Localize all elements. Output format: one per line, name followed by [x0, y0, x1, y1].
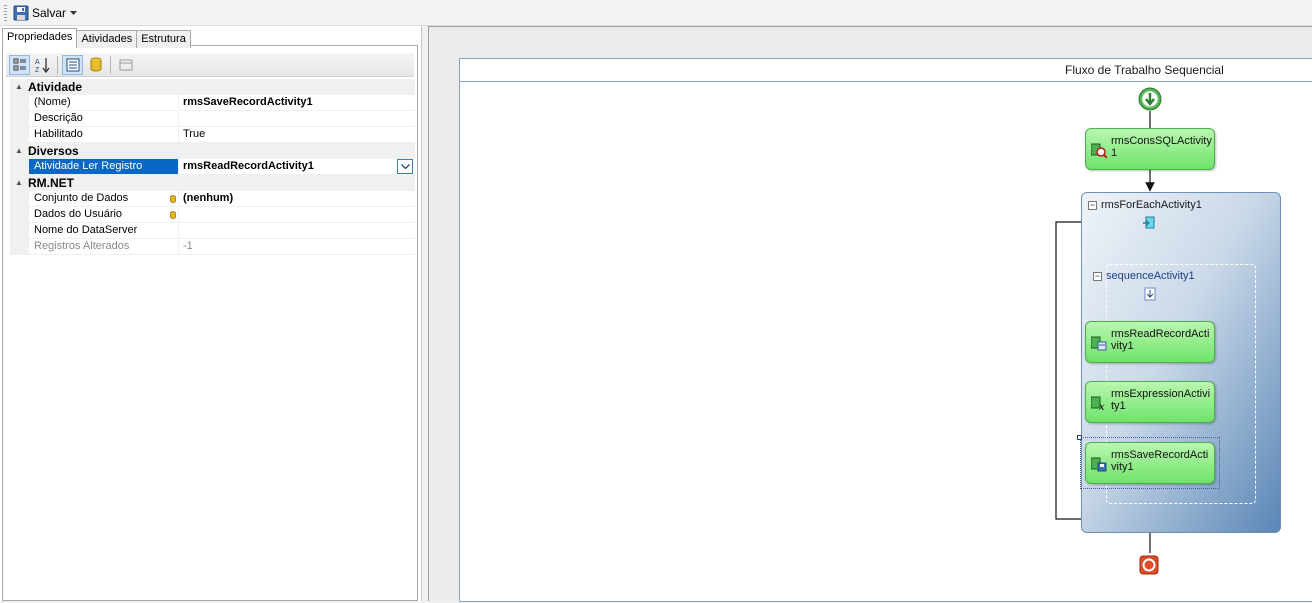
sort-az-icon: A Z: [35, 57, 50, 73]
property-name: Habilitado: [29, 127, 179, 142]
collapse-icon[interactable]: ▲: [10, 82, 28, 91]
property-value: -1: [183, 240, 193, 252]
property-name: Registros Alterados: [29, 239, 179, 254]
property-pages-button[interactable]: [115, 55, 136, 75]
property-value[interactable]: rmsSaveRecordActivity1: [179, 95, 415, 110]
property-value: (nenhum): [183, 192, 234, 204]
property-name: Conjunto de Dados: [29, 191, 179, 206]
database-small-icon: [170, 211, 176, 219]
data-button[interactable]: [85, 55, 106, 75]
activity-save-record[interactable]: rmsSaveRecordActivity1: [1085, 442, 1215, 484]
sql-query-icon: [1090, 142, 1108, 161]
save-button-label: Salvar: [32, 6, 67, 20]
activity-label: rmsReadRecordActivity1: [1111, 328, 1210, 352]
properties-list-icon: [66, 58, 79, 71]
tab-propriedades[interactable]: Propriedades: [2, 28, 78, 48]
property-name: Atividade Ler Registro: [29, 159, 179, 174]
property-row-descricao[interactable]: Descrição: [10, 111, 415, 127]
property-value-dropdown[interactable]: rmsReadRecordActivity1: [179, 159, 415, 174]
properties-button[interactable]: [62, 54, 83, 75]
property-row-atividade-ler-registro[interactable]: Atividade Ler Registro rmsReadRecordActi…: [10, 159, 415, 175]
property-value[interactable]: [179, 223, 415, 238]
categorized-icon: [13, 58, 26, 70]
property-grid: ▲ Atividade (Nome) rmsSaveRecordActivity…: [10, 79, 415, 255]
floppy-disk-icon: [13, 5, 29, 21]
tab-atividades[interactable]: Atividades: [76, 30, 138, 48]
save-record-icon: [1090, 456, 1107, 475]
property-row-habilitado[interactable]: Habilitado True: [10, 127, 415, 143]
sequence-entry-icon: [1143, 287, 1157, 304]
property-value[interactable]: True: [179, 127, 415, 142]
property-value: rmsReadRecordActivity1: [183, 160, 314, 172]
property-name: Dados do Usuário: [29, 207, 179, 222]
save-dropdown-arrow-icon[interactable]: [68, 8, 78, 18]
dropdown-arrow-icon[interactable]: [397, 159, 413, 174]
sequence-title: − sequenceActivity1: [1093, 270, 1195, 282]
activity-expression[interactable]: x rmsExpressionActivity1: [1085, 381, 1215, 423]
activity-label: rmsConsSQLActivity1: [1111, 135, 1212, 159]
foreach-label: rmsForEachActivity1: [1101, 199, 1202, 211]
property-row-nome[interactable]: (Nome) rmsSaveRecordActivity1: [10, 95, 415, 111]
workflow-end-icon[interactable]: [1139, 555, 1159, 578]
activity-label: rmsExpressionActivity1: [1111, 388, 1211, 412]
property-value-cell[interactable]: [170, 207, 415, 222]
property-value-cell[interactable]: (nenhum): [170, 191, 415, 206]
property-name: Descrição: [29, 111, 179, 126]
save-button[interactable]: Salvar: [11, 3, 68, 23]
svg-text:A: A: [35, 59, 40, 66]
property-row-conjunto-de-dados[interactable]: Conjunto de Dados (nenhum): [10, 191, 415, 207]
category-atividade[interactable]: ▲ Atividade: [10, 79, 415, 95]
workflow-canvas[interactable]: Fluxo de Trabalho Sequencial rmsConsSQLA…: [459, 58, 1312, 602]
collapse-icon[interactable]: ▲: [10, 178, 28, 187]
panel-tabs: Propriedades Atividades Estrutura: [2, 28, 191, 48]
svg-text:x: x: [1099, 402, 1105, 411]
property-row-dados-do-usuario[interactable]: Dados do Usuário: [10, 207, 415, 223]
property-grid-toolbar: A Z: [6, 53, 414, 77]
svg-text:Z: Z: [35, 67, 40, 73]
categorized-button[interactable]: [9, 54, 30, 75]
database-small-icon: [170, 195, 176, 203]
property-value[interactable]: [179, 111, 415, 126]
category-label: Diversos: [28, 143, 79, 158]
collapse-foreach-icon[interactable]: −: [1088, 200, 1097, 210]
workflow-designer[interactable]: Fluxo de Trabalho Sequencial rmsConsSQLA…: [428, 26, 1312, 602]
property-name: Nome do DataServer: [29, 223, 179, 238]
loop-entry-icon: [1143, 216, 1157, 233]
category-diversos[interactable]: ▲ Diversos: [10, 143, 415, 159]
property-pages-icon: [119, 59, 132, 70]
category-label: Atividade: [28, 79, 83, 94]
toolbar-grip[interactable]: [4, 5, 7, 21]
properties-panel: Propriedades Atividades Estrutura A Z ▲ …: [0, 26, 422, 601]
expression-icon: x: [1090, 395, 1107, 414]
read-record-icon: [1090, 335, 1107, 354]
toolbar-separator: [57, 55, 58, 74]
category-label: RM.NET: [28, 175, 74, 190]
activity-label: rmsSaveRecordActivity1: [1111, 449, 1209, 473]
property-name: (Nome): [29, 95, 179, 110]
activity-read-record[interactable]: rmsReadRecordActivity1: [1085, 321, 1215, 363]
toolbar-separator: [110, 55, 111, 74]
workflow-start-icon[interactable]: [1138, 87, 1162, 114]
activity-cons-sql[interactable]: rmsConsSQLActivity1: [1085, 128, 1215, 170]
alphabetical-button[interactable]: A Z: [32, 55, 53, 75]
tab-estrutura[interactable]: Estrutura: [136, 30, 191, 48]
category-rm-net[interactable]: ▲ RM.NET: [10, 175, 415, 191]
collapse-sequence-icon[interactable]: −: [1093, 271, 1102, 281]
database-icon: [90, 57, 101, 72]
collapse-icon[interactable]: ▲: [10, 146, 28, 155]
selection-handle[interactable]: [1077, 435, 1082, 440]
main-toolbar: Salvar: [0, 0, 1312, 26]
foreach-title: − rmsForEachActivity1: [1088, 199, 1202, 211]
sequence-label: sequenceActivity1: [1106, 270, 1195, 282]
property-row-registros-alterados[interactable]: Registros Alterados -1: [10, 239, 415, 255]
property-row-nome-do-dataserver[interactable]: Nome do DataServer: [10, 223, 415, 239]
